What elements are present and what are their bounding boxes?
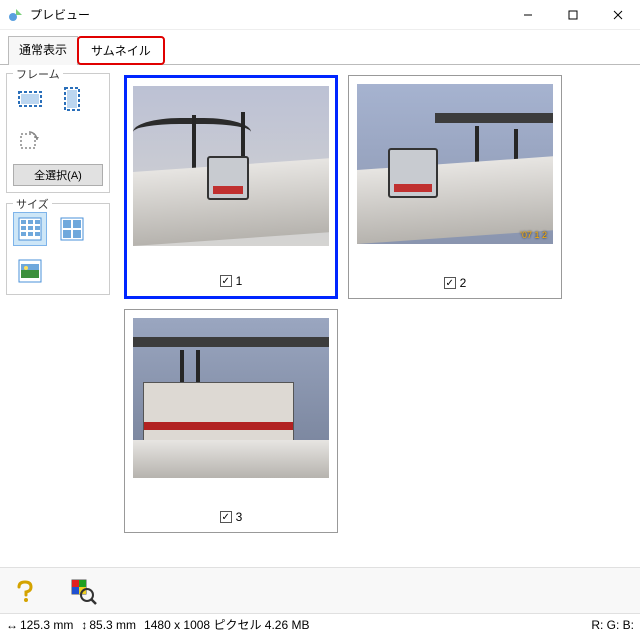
- checkbox-icon[interactable]: ✓: [220, 275, 232, 287]
- status-height: ↕ 85.3 mm: [81, 618, 136, 631]
- select-all-button[interactable]: 全選択(A): [13, 164, 103, 186]
- thumbnail-card[interactable]: '07 1 2 ✓ 2: [348, 75, 562, 299]
- thumbnail-area: ✓ 1 '07 1 2 ✓ 2: [116, 65, 640, 567]
- help-button[interactable]: [10, 576, 40, 606]
- size-group: サイズ: [6, 203, 110, 295]
- frame-group: フレーム 全選択(A): [6, 73, 110, 193]
- frame-vertical-button[interactable]: [55, 82, 89, 116]
- size-small-button[interactable]: [13, 212, 47, 246]
- width-icon: ↔: [6, 618, 18, 631]
- status-bar: ↔ 125.3 mm ↕ 85.3 mm 1480 x 1008 ピクセル 4.…: [0, 613, 640, 631]
- frame-group-title: フレーム: [13, 66, 63, 82]
- size-large-button[interactable]: [13, 254, 47, 288]
- minimize-button[interactable]: [505, 0, 550, 29]
- maximize-button[interactable]: [550, 0, 595, 29]
- size-group-title: サイズ: [13, 196, 52, 212]
- window-title: プレビュー: [30, 6, 505, 23]
- frame-horizontal-button[interactable]: [13, 82, 47, 116]
- app-icon: [8, 7, 24, 23]
- height-icon: ↕: [81, 618, 87, 631]
- status-height-value: 85.3 mm: [89, 618, 136, 631]
- thumbnail-image: [133, 86, 329, 246]
- thumbnail-caption: ✓ 3: [220, 502, 243, 524]
- color-zoom-button[interactable]: [68, 576, 98, 606]
- thumbnail-caption: ✓ 2: [444, 268, 467, 290]
- thumbnail-label: 3: [236, 510, 243, 524]
- status-width-value: 125.3 mm: [20, 618, 73, 631]
- checkbox-icon[interactable]: ✓: [444, 277, 456, 289]
- title-bar: プレビュー: [0, 0, 640, 30]
- close-button[interactable]: [595, 0, 640, 29]
- thumbnail-card[interactable]: ✓ 1: [124, 75, 338, 299]
- view-tabs: 通常表示 サムネイル: [0, 30, 640, 65]
- thumbnail-image: '07 1 2: [357, 84, 553, 244]
- status-width: ↔ 125.3 mm: [6, 618, 73, 631]
- thumbnail-card[interactable]: ✓ 3: [124, 309, 338, 533]
- size-medium-button[interactable]: [55, 212, 89, 246]
- thumbnail-caption: ✓ 1: [220, 266, 243, 288]
- bottom-toolbar: [0, 567, 640, 613]
- checkbox-icon[interactable]: ✓: [220, 511, 232, 523]
- status-resolution: 1480 x 1008 ピクセル 4.26 MB: [144, 616, 309, 631]
- tab-normal[interactable]: 通常表示: [8, 36, 78, 65]
- side-panel: フレーム 全選択(A) サイズ: [0, 65, 116, 567]
- tab-thumbnail[interactable]: サムネイル: [77, 36, 165, 65]
- thumbnail-image: [133, 318, 329, 478]
- frame-rotate-button[interactable]: [13, 124, 47, 158]
- thumbnail-label: 1: [236, 274, 243, 288]
- status-rgb: R: G: B:: [591, 618, 634, 631]
- thumbnail-label: 2: [460, 276, 467, 290]
